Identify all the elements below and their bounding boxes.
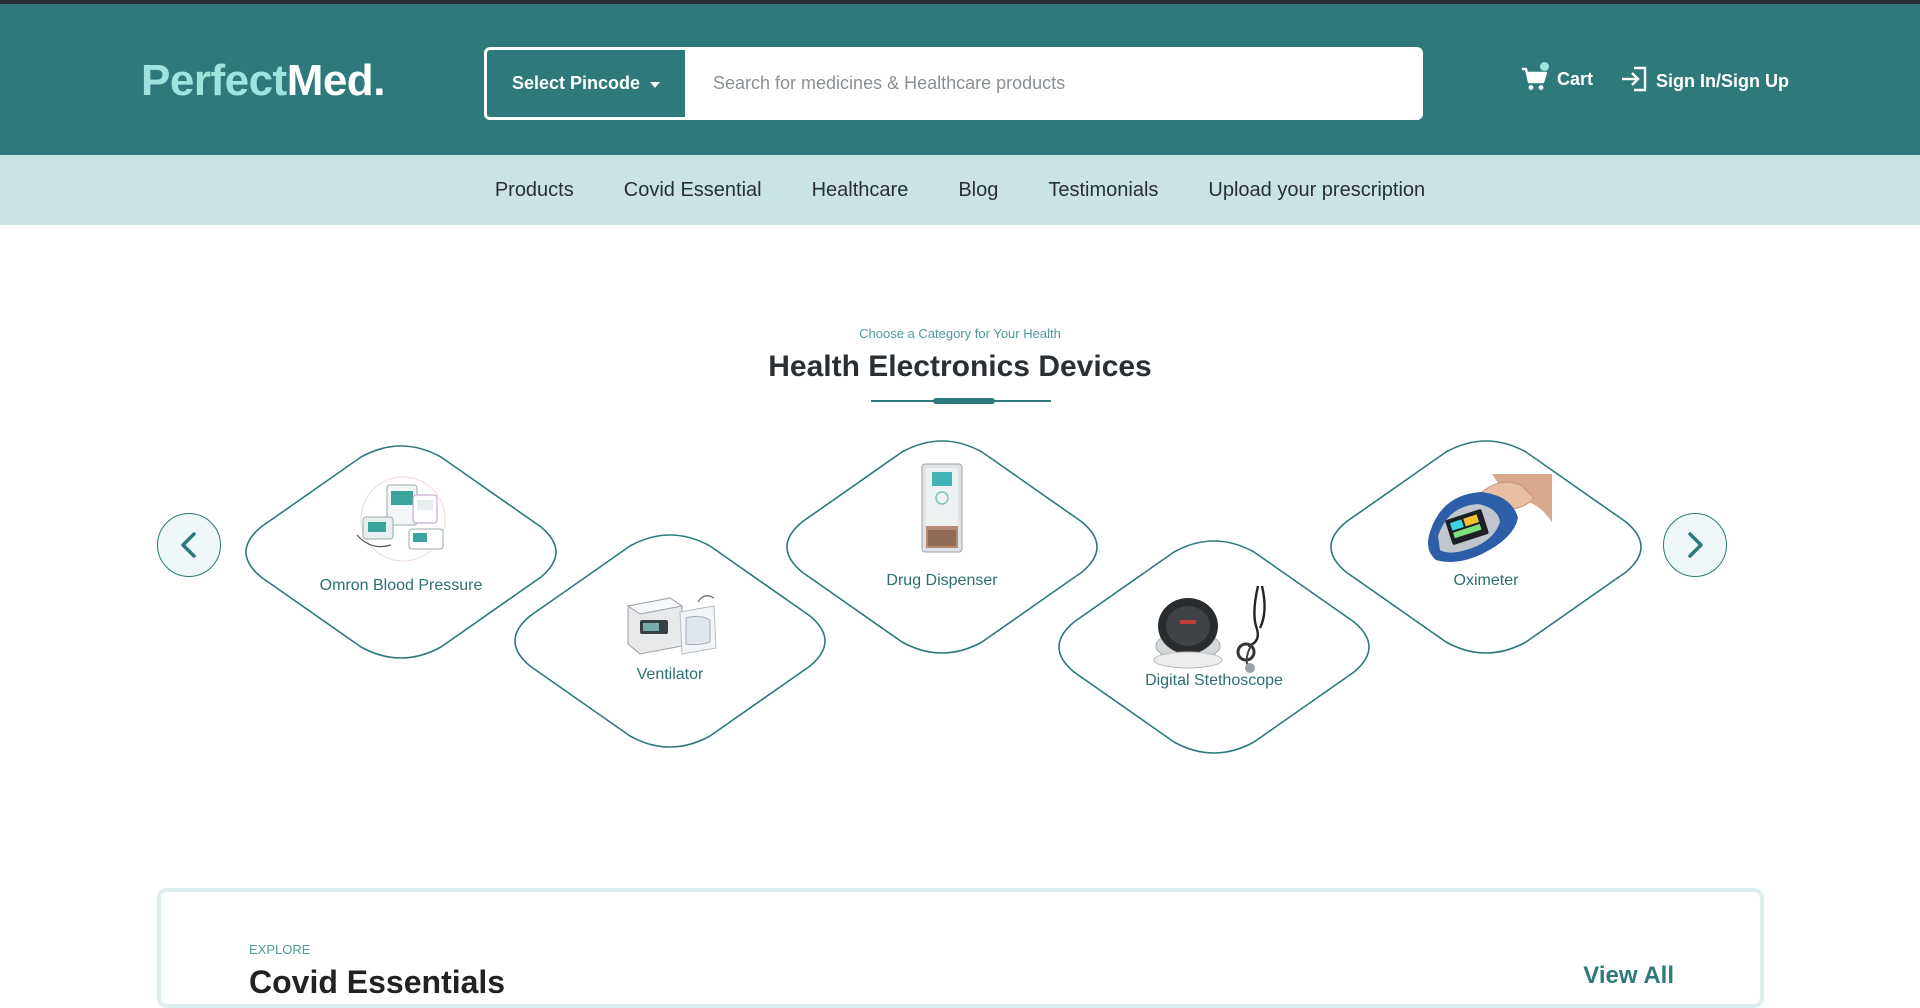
drug-dispenser-icon (892, 462, 992, 554)
view-all-link[interactable]: View All (1583, 962, 1674, 990)
carousel-prev-button[interactable] (157, 513, 221, 577)
nav-item-blog[interactable]: Blog (958, 179, 998, 202)
section-title: Health Electronics Devices (768, 350, 1152, 383)
sign-in-label: Sign In/Sign Up (1656, 71, 1789, 91)
chevron-right-icon (1688, 532, 1703, 558)
select-pincode-dropdown[interactable]: Select Pincode (487, 50, 685, 117)
cart-link[interactable]: Cart (1521, 62, 1594, 92)
logo-text-med: Med. (286, 56, 386, 105)
carousel-next-button[interactable] (1663, 513, 1727, 577)
cart-icon (1521, 62, 1549, 92)
nav-item-covid-essential[interactable]: Covid Essential (624, 179, 762, 202)
category-label: Digital Stethoscope (1145, 672, 1283, 689)
category-label: Oximeter (1453, 572, 1519, 589)
main-nav: Products Covid Essential Healthcare Blog… (0, 155, 1920, 225)
explore-title: Covid Essentials (249, 964, 506, 1000)
search-input[interactable] (685, 50, 1420, 117)
explore-tag: EXPLORE (249, 942, 311, 957)
category-label: Ventilator (636, 666, 704, 683)
nav-item-upload-prescription[interactable]: Upload your prescription (1208, 179, 1425, 202)
nav-item-products[interactable]: Products (495, 179, 574, 202)
chevron-left-icon (181, 532, 196, 558)
pincode-label: Select Pincode (511, 73, 641, 93)
blood-pressure-monitor-icon (351, 473, 451, 565)
stethoscope-icon (1152, 582, 1282, 674)
cart-badge-dot (1540, 62, 1549, 71)
site-header: PerfectMed. Select Pincode Cart (0, 4, 1920, 155)
sign-in-link[interactable]: Sign In/Sign Up (1620, 66, 1789, 97)
logo-text-perfect: Perfect (141, 56, 287, 105)
caret-down-icon (650, 81, 661, 88)
site-logo[interactable]: PerfectMed. (141, 56, 385, 106)
oximeter-icon (1422, 474, 1552, 566)
ventilator-icon (620, 572, 720, 664)
nav-item-testimonials[interactable]: Testimonials (1048, 179, 1158, 202)
title-underline-accent (933, 398, 995, 404)
section-subtitle: Choose a Category for Your Health (859, 326, 1061, 341)
covid-essentials-section: EXPLORE Covid Essentials View All (157, 888, 1764, 1008)
nav-item-healthcare[interactable]: Healthcare (812, 179, 909, 202)
cart-label: Cart (1557, 68, 1594, 89)
category-card-oximeter[interactable]: Oximeter (1326, 438, 1646, 656)
search-bar: Select Pincode (484, 47, 1423, 120)
sign-in-icon (1620, 66, 1648, 97)
